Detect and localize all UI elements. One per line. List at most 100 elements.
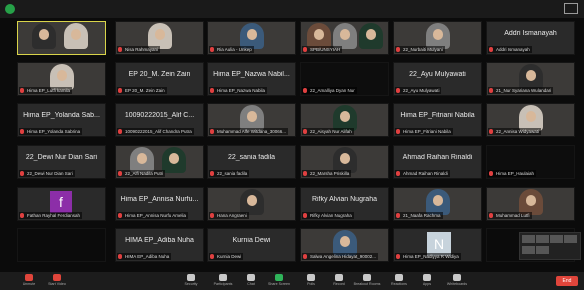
participant-tile[interactable]: N Hima EP_Nadiyya R Widiya [393,228,482,262]
participant-tile[interactable]: Hima EP_Nazwa Nabil... Hima EP_Nazwa Nabi… [207,62,296,96]
participant-name-label: EP 20_M. Zein Zain [117,87,167,94]
toolbar-button[interactable]: Unmute [16,274,42,290]
muted-mic-icon [396,129,400,134]
muted-mic-icon [118,88,122,93]
participant-tile[interactable]: 22_Ayu Mulyawati 22_Ayu Mulyawati [393,62,482,96]
muted-mic-icon [489,213,493,218]
participant-tile[interactable]: 21_Nur Syariana Wulandari [486,62,575,96]
muted-mic-icon [303,171,307,176]
participant-tile[interactable]: Hima EP_Yolanda Sab... Hima EP_Yolanda Sa… [17,103,106,137]
muted-mic-icon [118,47,122,52]
participant-tile[interactable]: Muhammad Lutfi [486,187,575,221]
person-face [155,29,165,40]
toolbar-button[interactable]: Record [326,274,352,290]
muted-mic-icon [396,88,400,93]
participant-tile[interactable]: 22_Alfi Nadila Putri [115,145,204,179]
person-face [71,29,81,40]
participant-tile[interactable]: Nisa Rahmayani [115,21,204,55]
participant-tile[interactable]: Hima EP_Lutfi kamila [17,62,106,96]
view-icon[interactable] [564,3,578,14]
participant-tile[interactable]: Rifky Alvian Nugraha Rifky Alvian Nugraha [300,187,389,221]
participant-display-name: Hima EP_Annisa Nurfu... [120,196,199,203]
participant-tile[interactable]: Ria Aulia - Unkep [207,21,296,55]
toolbar-button[interactable]: Breakout Rooms [354,274,380,290]
participant-name-label: Fathan Rayhal Ferdiansah [19,212,83,219]
toolbar-button[interactable]: Start Video [44,274,70,290]
toolbar-label: Whiteboards [446,282,468,286]
toolbar-label: Apps [422,282,432,286]
meeting-window: Nisa Rahmayani Ria Aulia - Unkep SPB/UNSYI… [0,0,584,290]
participant-display-name: Hima EP_Yolanda Sab... [23,112,100,119]
toolbar-button[interactable]: Reactions [386,274,412,290]
participant-tile[interactable]: Addri Ismanayah Addri Ismanayah [486,21,575,55]
participant-tile[interactable]: 21_Naafa Rachma [393,187,482,221]
end-button[interactable]: End [556,276,578,286]
muted-mic-icon [210,129,214,134]
toolbar-button[interactable]: Polls [298,274,324,290]
toolbar-icon [219,274,227,281]
participant-tile[interactable]: 22_Marsha Priskilla [300,145,389,179]
participant-name-label: 22_Alfi Nadila Putri [117,170,166,177]
muted-mic-icon [20,88,24,93]
shield-icon[interactable] [5,4,15,14]
muted-mic-icon [489,171,493,176]
participant-tile[interactable]: f Fathan Rayhal Ferdiansah [17,187,106,221]
toolbar-icon [395,274,403,281]
person-face [340,236,350,247]
toolbar-icon [363,274,371,281]
participant-display-name: 22_Ayu Mulyawati [409,71,466,78]
muted-mic-icon [20,213,24,218]
participant-name-label: Hima EP_Haulaiah [488,170,537,177]
participant-display-name: Kurnia Dewi [232,237,271,244]
participant-tile[interactable]: 22_sania fadila 22_sania fadila [207,145,296,179]
participant-name-label: 22_Ayu Mulyawati [395,87,442,94]
participant-tile[interactable]: Hima EP_Haulaiah [486,145,575,179]
muted-mic-icon [118,213,122,218]
toolbar-button[interactable]: Apps [414,274,440,290]
participant-tile[interactable] [17,21,106,55]
participant-tile[interactable] [17,228,106,262]
participant-name-label: Muhammad Lutfi [488,212,532,219]
participant-tile[interactable]: Salwa Angelina Hidayat_90002... [300,228,389,262]
participant-display-name: Rifky Alvian Nugraha [312,196,377,203]
person-face [247,29,257,40]
muted-mic-icon [210,254,214,259]
toolbar-button[interactable]: Share Screen [266,274,292,290]
participant-name-label: 10090222015_Alif Chandra Putra [117,128,194,135]
participant-tile[interactable]: Muhammad Alfe Witdana_30066... [207,103,296,137]
participant-tile[interactable]: Hima EP_Annisa Nurfu... Hima EP_Annisa Nu… [115,187,204,221]
toolbar-button[interactable]: Participants [210,274,236,290]
participant-tile[interactable]: 10090222015_Alif C... 10090222015_Alif Ch… [115,103,204,137]
person-face [137,153,147,164]
participant-tile[interactable]: Hima EP_Fitriani Nabila Hima EP_Fitriani … [393,103,482,137]
participant-name-label: HIMA EP_Adiba Nuha [117,253,172,260]
meeting-toolbar: Unmute Start Video Security Participants Cha… [0,272,584,290]
person-face [526,195,536,206]
participant-tile[interactable]: 22_Amalliya Dyan Nur [300,62,389,96]
muted-mic-icon [210,213,214,218]
muted-mic-icon [396,254,400,259]
participant-tile[interactable]: EP 20_M. Zein Zain EP 20_M. Zein Zain [115,62,204,96]
toolbar-button[interactable]: Chat [238,274,264,290]
participant-tile[interactable]: Ahmad Raihan Rinaldi Ahmad Raihan Rinaldi [393,145,482,179]
participant-name-label: Hima EP_Annisa Nurfu Amelia [117,212,189,219]
participant-tile[interactable]: HIMA EP_Adiba Nuha HIMA EP_Adiba Nuha [115,228,204,262]
toolbar-button[interactable]: Security [178,274,204,290]
person-face [340,29,350,40]
participant-name-label: Ahmad Raihan Rinaldi [395,170,450,177]
toolbar-button[interactable]: Whiteboards [444,274,470,290]
participant-name-label: Hima EP_Yolanda Sabrina [19,128,83,135]
participant-tile[interactable]: 22_Nurbaiti Mulyani [393,21,482,55]
toolbar-label: Breakout Rooms [353,282,381,286]
participant-tile[interactable]: SPB/UNSYIAH [300,21,389,55]
participant-tile[interactable]: 22_Aisyah Nur Alifah [300,103,389,137]
toolbar-icon [453,274,461,281]
video-thumbnail-strip[interactable] [519,232,581,260]
participant-tile[interactable]: 22_Dewi Nur Dian Sari 22_Dewi Nur Dian Sa… [17,145,106,179]
participant-name-label: Hima EP_Nazwa Nabila [209,87,268,94]
participant-tile[interactable]: Kurnia Dewi Kurnia Dewi [207,228,296,262]
participant-display-name: Addri Ismanayah [504,30,557,37]
participant-tile[interactable]: Hana Angraeni [207,187,296,221]
muted-mic-icon [20,129,24,134]
participant-tile[interactable]: 22_Annisa Widyawati [486,103,575,137]
